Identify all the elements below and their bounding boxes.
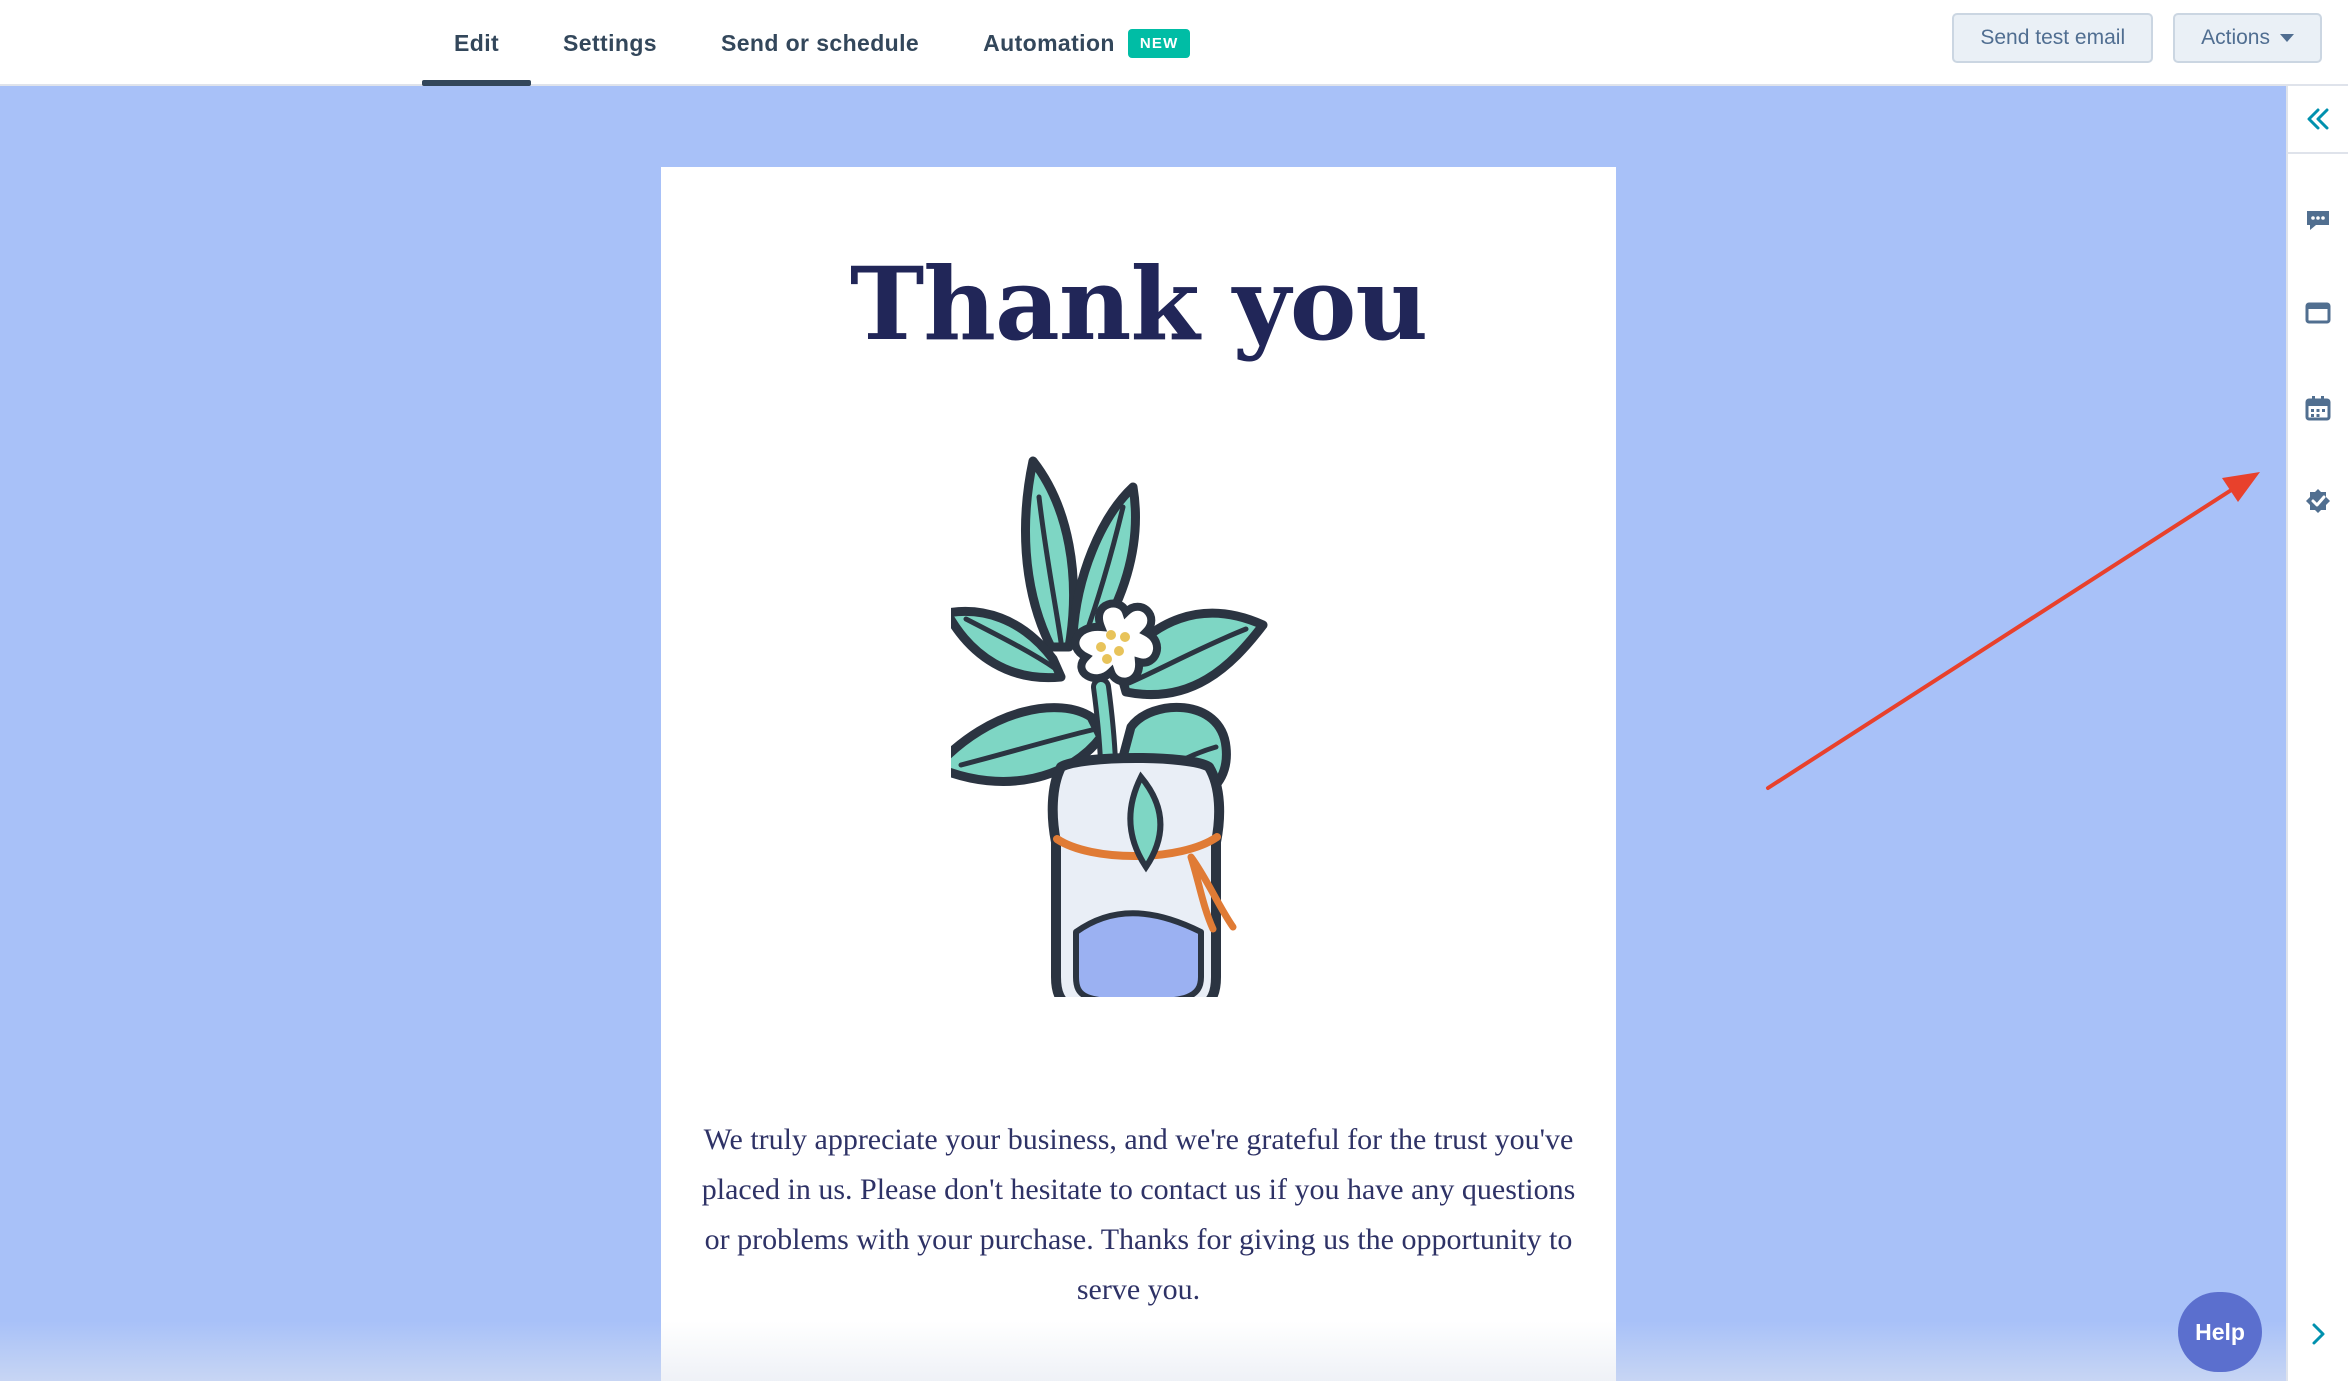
tab-send-or-schedule[interactable]: Send or schedule — [689, 0, 951, 86]
tab-automation[interactable]: Automation NEW — [951, 0, 1222, 86]
tab-edit-label: Edit — [454, 29, 500, 56]
top-navigation-bar: Edit Settings Send or schedule Automatio… — [0, 0, 2348, 86]
tab-settings-label: Settings — [563, 29, 657, 56]
new-badge: NEW — [1127, 28, 1191, 58]
caret-down-icon — [2280, 34, 2294, 42]
right-sidebar-rail — [2286, 86, 2348, 1381]
send-test-email-button[interactable]: Send test email — [1952, 13, 2154, 63]
email-heading: Thank you — [849, 245, 1428, 363]
email-body-text: We truly appreciate your business, and w… — [701, 1123, 1576, 1306]
chevron-right-icon[interactable] — [2288, 1309, 2348, 1359]
tab-send-or-schedule-label: Send or schedule — [720, 29, 920, 56]
editor-tabs: Edit Settings Send or schedule Automatio… — [422, 0, 1222, 86]
help-button[interactable]: Help — [2178, 1292, 2262, 1372]
send-test-email-label: Send test email — [1980, 26, 2126, 49]
comments-icon[interactable] — [2288, 195, 2348, 245]
collapse-double-chevron-icon[interactable] — [2288, 94, 2348, 144]
top-actions: Send test email Actions — [1952, 13, 2322, 63]
tab-edit[interactable]: Edit — [422, 0, 532, 86]
checklist-badge-icon[interactable] — [2288, 476, 2348, 526]
preview-icon[interactable] — [2288, 288, 2348, 338]
help-label: Help — [2195, 1318, 2245, 1345]
plant-in-jar-illustration — [951, 456, 1268, 997]
tab-settings[interactable]: Settings — [531, 0, 689, 86]
rail-divider — [2288, 152, 2348, 154]
actions-dropdown-button[interactable]: Actions — [2173, 13, 2322, 63]
actions-label: Actions — [2201, 26, 2270, 49]
tab-automation-label: Automation — [983, 29, 1115, 56]
calendar-icon[interactable] — [2288, 383, 2348, 433]
email-preview-canvas[interactable]: Thank you We truly appreciate your busin… — [661, 167, 1616, 1381]
